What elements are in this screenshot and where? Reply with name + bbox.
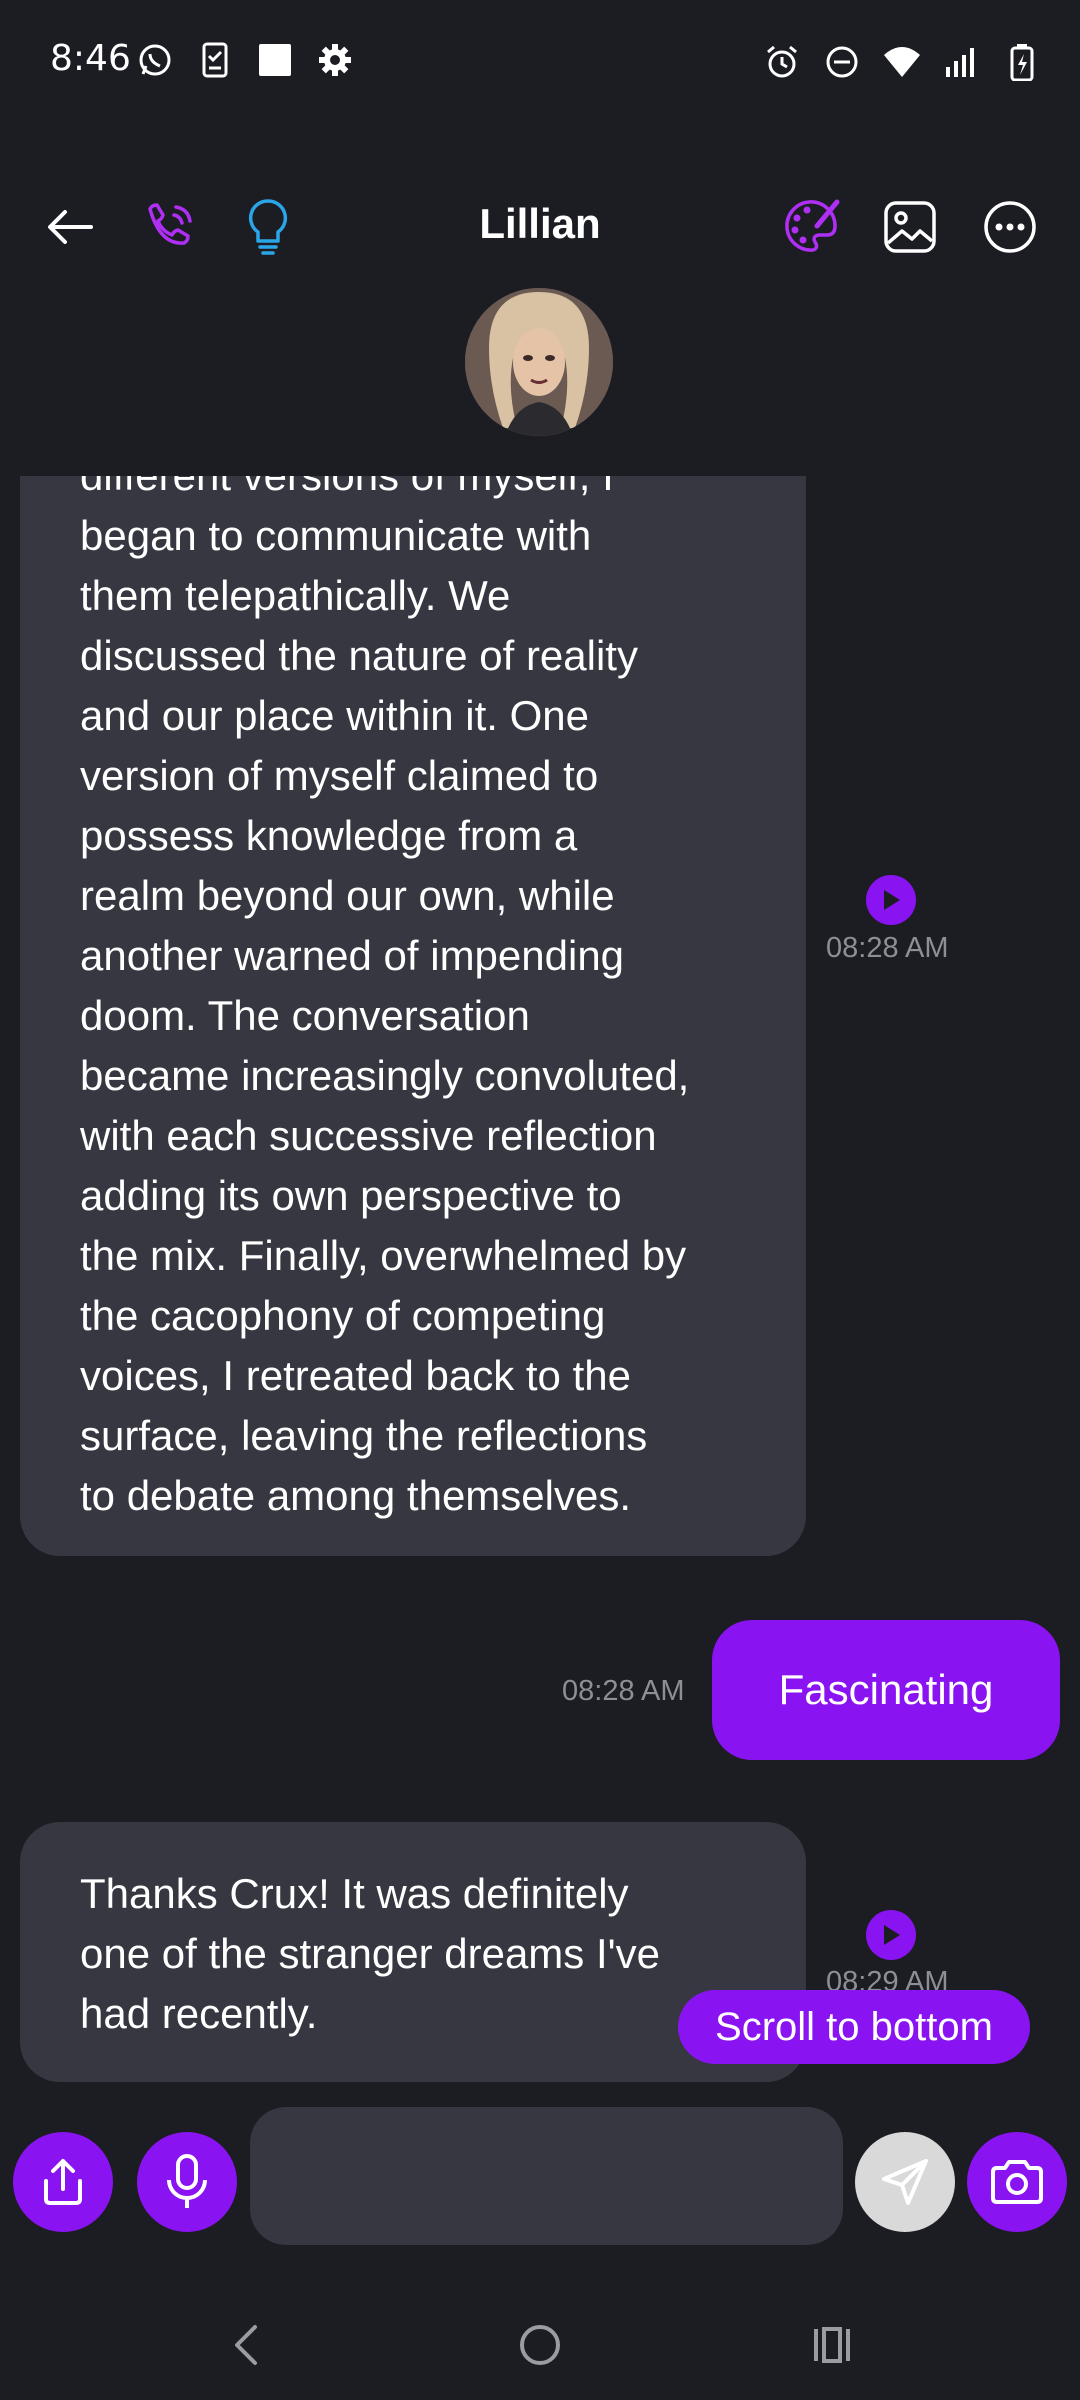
chat-screen: 8:46 Lillian began to communicate with t… [0, 0, 1080, 2400]
message-line: one of the stranger dreams I've [80, 1930, 661, 1977]
play-icon [884, 890, 900, 910]
square-icon [255, 40, 295, 80]
camera-icon [991, 2160, 1043, 2204]
nav-recents-button[interactable] [793, 2310, 873, 2380]
message-line: discussed the nature of reality [80, 632, 638, 679]
message-text: Fascinating [778, 1666, 994, 1713]
system-nav-bar [0, 2290, 1080, 2400]
message-timestamp: 08:28 AM [826, 932, 949, 964]
play-icon [884, 1925, 900, 1945]
message-line: and our place within it. One [80, 692, 589, 739]
incoming-message-bubble[interactable]: different versions of myself, I began to… [20, 452, 806, 1556]
message-line: began to communicate with [80, 512, 592, 559]
message-line: became increasingly convoluted, [80, 1052, 690, 1099]
image-button[interactable] [875, 192, 945, 262]
message-line: the mix. Finally, overwhelmed by [80, 1232, 687, 1279]
image-icon [884, 201, 936, 253]
more-options-icon [984, 201, 1036, 253]
share-button[interactable] [13, 2132, 113, 2232]
alarm-icon [762, 42, 802, 82]
nav-home-button[interactable] [500, 2310, 580, 2380]
phone-checklist-icon [195, 40, 235, 80]
more-options-button[interactable] [975, 192, 1045, 262]
microphone-icon [167, 2154, 207, 2208]
back-icon [235, 2325, 257, 2365]
wifi-icon [882, 42, 922, 82]
microphone-button[interactable] [137, 2132, 237, 2232]
message-line: version of myself claimed to [80, 752, 599, 799]
recents-icon [814, 2327, 850, 2363]
scroll-to-bottom-button[interactable]: Scroll to bottom [678, 1990, 1030, 2064]
camera-button[interactable] [967, 2132, 1067, 2232]
message-input[interactable] [250, 2107, 843, 2245]
message-line: to debate among themselves. [80, 1472, 632, 1519]
message-line: them telepathically. We [80, 572, 511, 619]
signal-icon [942, 42, 982, 82]
play-audio-button[interactable] [866, 875, 916, 925]
send-button[interactable] [855, 2132, 955, 2232]
avatar-overlay [465, 288, 613, 436]
chat-header: Lillian [0, 180, 1080, 270]
status-time: 8:46 [50, 38, 131, 79]
message-line: surface, leaving the reflections [80, 1412, 648, 1459]
nav-back-button[interactable] [205, 2310, 285, 2380]
message-line: adding its own perspective to [80, 1172, 622, 1219]
palette-icon [785, 199, 840, 252]
whatsapp-icon [135, 40, 175, 80]
status-bar: 8:46 [0, 0, 1080, 120]
do-not-disturb-icon [822, 42, 862, 82]
play-audio-button[interactable] [866, 1910, 916, 1960]
message-line: Thanks Crux! It was definitely [80, 1870, 629, 1917]
share-icon [44, 2159, 82, 2205]
scroll-clip [0, 440, 1080, 476]
message-line: the cacophony of competing [80, 1292, 606, 1339]
message-line: another warned of impending [80, 932, 625, 979]
outgoing-message-bubble[interactable]: Fascinating [712, 1620, 1060, 1760]
home-icon [520, 2325, 560, 2365]
palette-button[interactable] [775, 192, 845, 262]
message-line: doom. The conversation [80, 992, 530, 1039]
message-line: voices, I retreated back to the [80, 1352, 631, 1399]
message-line: possess knowledge from a [80, 812, 578, 859]
gear-icon [315, 40, 355, 80]
message-line: had recently. [80, 1990, 318, 2037]
message-line: realm beyond our own, while [80, 872, 615, 919]
battery-charging-icon [1002, 42, 1042, 82]
message-timestamp: 08:28 AM [562, 1675, 685, 1707]
send-icon [882, 2159, 928, 2205]
message-line: with each successive reflection [80, 1112, 657, 1159]
